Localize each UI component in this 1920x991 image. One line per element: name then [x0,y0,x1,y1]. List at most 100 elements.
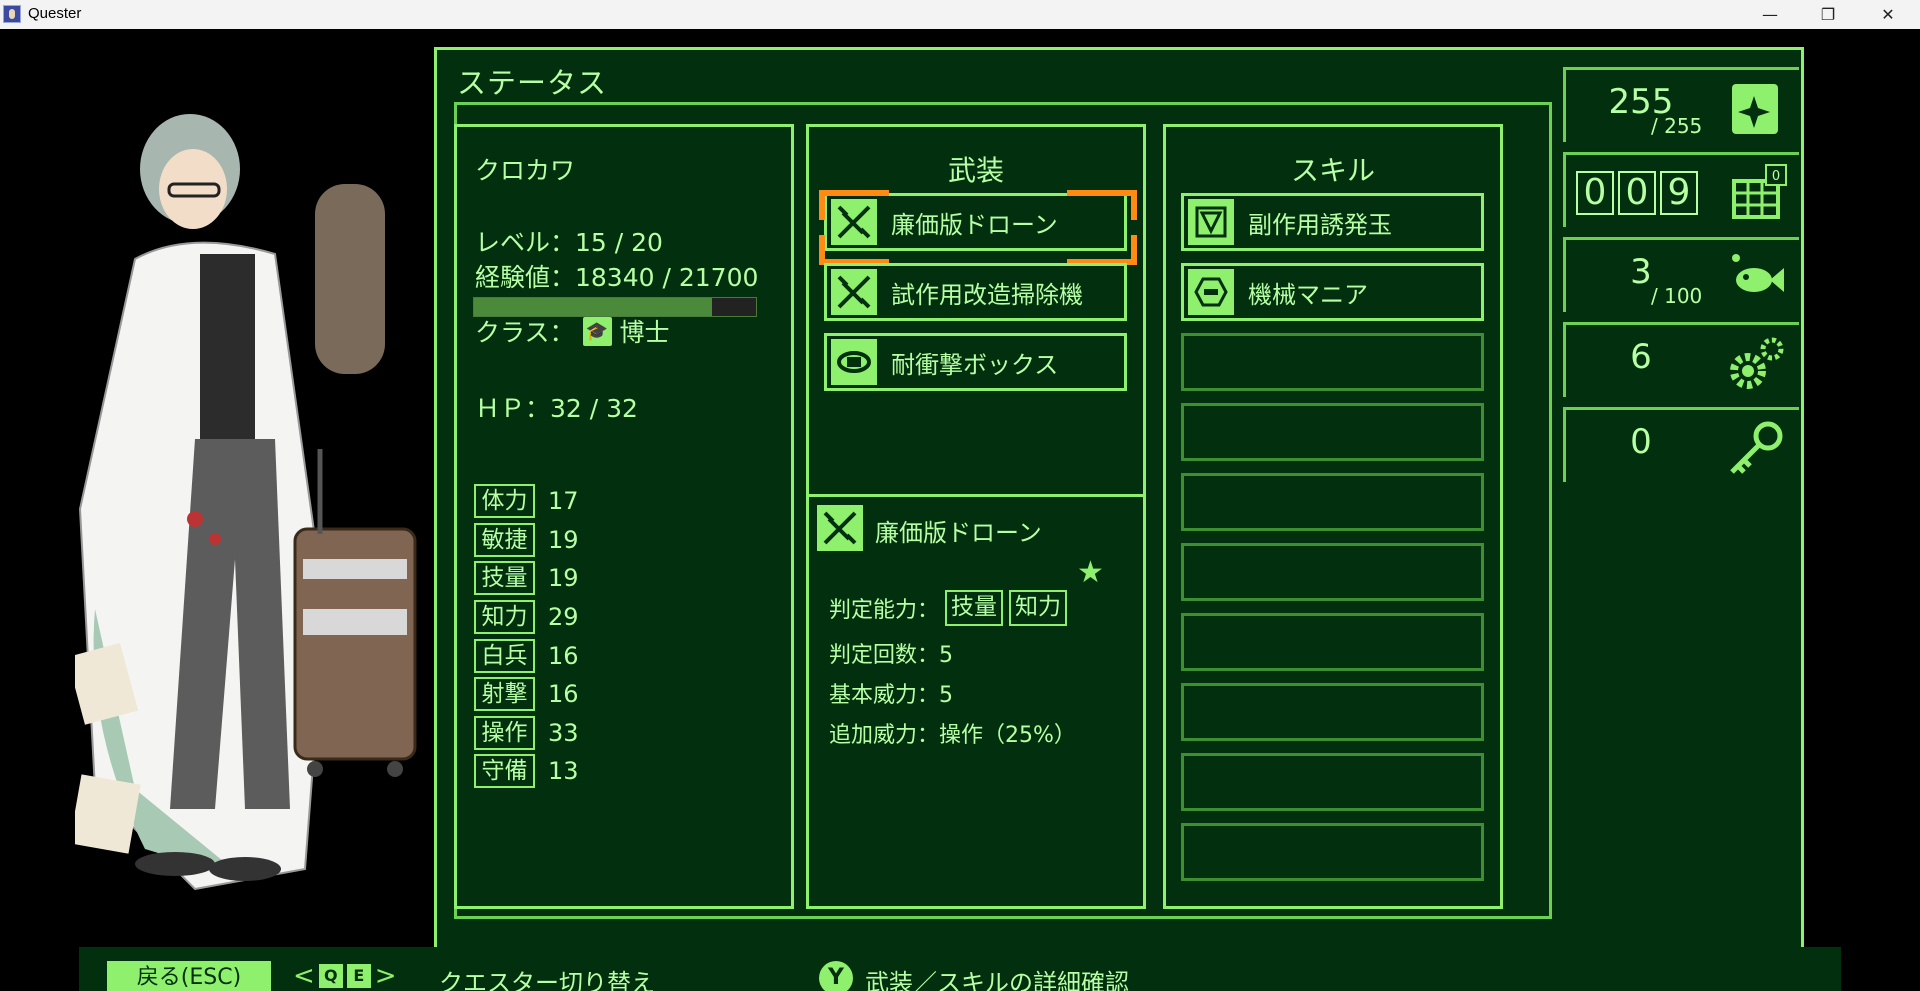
window-title: Quester [28,5,82,22]
panel-title: ステータス [457,66,608,100]
q-key-icon: Q [318,964,343,988]
stat-label: 射撃 [474,677,535,712]
stat-value: 33 [548,718,579,747]
box-icon [831,339,877,385]
selection-corner [819,190,889,220]
stat-value: 13 [548,757,579,786]
selection-corner [819,235,889,265]
calendar-icon: 0 [1732,164,1787,219]
y-button-icon[interactable]: Y [819,961,853,991]
equipment-slot-3[interactable]: 耐衝撃ボックス [824,333,1127,391]
stat-value: 19 [548,525,579,554]
skill-slot-empty[interactable] [1181,753,1484,811]
equipment-label: 廉価版ドローン [891,210,1058,239]
chevron-left-icon: < [293,961,315,991]
switch-quester-label: クエスター切り替え [439,969,655,991]
stat-label: 操作 [474,715,535,750]
gear-counter: 6 [1563,322,1799,397]
back-button[interactable]: 戻る(ESC) [107,961,271,991]
stat-row: 白兵 16 [474,636,579,675]
hp-text: ＨＰ：32 / 32 [475,394,638,423]
skill-slot-empty[interactable] [1181,473,1484,531]
equipment-label: 試作用改造掃除機 [891,280,1083,309]
selection-corner [1067,235,1137,265]
stat-row: 敏捷 19 [474,521,579,560]
stat-value: 19 [548,564,579,593]
stat-label: 技量 [474,561,535,596]
equipment-title: 武装 [947,154,1004,187]
profile-card: クロカワ レベル：15 / 20 経験値：18340 / 21700 クラス： … [454,124,794,909]
stat-row: 操作 33 [474,714,579,753]
stat-label: 守備 [474,754,535,789]
skill-slot-empty[interactable] [1181,403,1484,461]
key-value: 0 [1630,422,1652,462]
chevron-right-icon: > [374,961,397,991]
stat-row: 射撃 16 [474,675,579,714]
stat-row: 技量 19 [474,559,579,598]
equipment-slot-2[interactable]: 試作用改造掃除機 [824,263,1127,321]
detail-extra: 追加威力：操作（25%） [829,723,1076,748]
drone-icon [817,505,863,551]
detail-count: 判定回数：5 [829,643,953,668]
character-name: クロカワ [475,156,576,185]
minimize-button[interactable]: — [1742,0,1798,29]
class-label: クラス： [475,318,575,347]
selection-corner [1067,190,1137,220]
skill-slot-empty[interactable] [1181,613,1484,671]
stat-row: 知力 29 [474,598,579,637]
skill-slot-empty[interactable] [1181,683,1484,741]
odometer: 0 0 9 [1576,171,1698,215]
gear-value: 6 [1630,337,1652,377]
skill-label: 機械マニア [1248,280,1368,309]
exp-text: 経験値：18340 / 21700 [475,263,759,292]
stat-label: 敏捷 [474,522,535,557]
level-text: レベル：15 / 20 [475,228,663,257]
skill-label: 副作用誘発玉 [1248,210,1392,239]
skill-slot-1[interactable]: 副作用誘発玉 [1181,193,1484,251]
game-viewport: ステータス クロカワ レベル：15 / 20 経験値：18340 / 21700… [0,29,1920,991]
key-icon [1730,421,1783,474]
odometer-digit: 0 [1618,171,1656,215]
window-titlebar: Quester — ❐ ✕ [0,0,1920,29]
stat-value: 16 [548,641,579,670]
judge-tag: 技量 [945,590,1004,626]
maximize-button[interactable]: ❐ [1800,0,1856,29]
sparkle-card-icon [1732,84,1778,134]
class-name: 博士 [619,318,670,347]
class-line: クラス： 🎓 博士 [475,313,670,349]
help-bar: 戻る(ESC) < Q E > クエスター切り替え Y 武装／スキルの詳細確認 [79,947,1841,991]
detail-confirm-label: 武装／スキルの詳細確認 [865,969,1129,991]
drone-icon [831,269,877,315]
detail-item-name: 廉価版ドローン [875,519,1042,547]
stat-label: 体力 [474,484,535,519]
skill-slot-empty[interactable] [1181,543,1484,601]
sparkle-max: / 255 [1651,114,1703,138]
skill-slot-2[interactable]: 機械マニア [1181,263,1484,321]
stat-row: 守備 13 [474,752,579,791]
graduation-cap-icon: 🎓 [582,316,612,346]
switch-keys[interactable]: < Q E > [293,961,397,991]
stat-label: 白兵 [474,638,535,673]
skill-ball-icon [1188,199,1234,245]
stat-label: 知力 [474,600,535,635]
judge-tag: 知力 [1009,590,1068,626]
fish-max: / 100 [1651,284,1703,308]
skills-card: スキル 副作用誘発玉 機械マニア [1163,124,1503,909]
stat-value: 17 [548,487,579,516]
stat-row: 体力 17 [474,482,579,521]
e-key-icon: E [346,964,371,988]
skill-gear-icon [1188,269,1234,315]
odometer-digit: 0 [1576,171,1614,215]
gears-icon [1730,337,1784,389]
character-portrait [75,114,417,891]
stat-value: 29 [548,603,579,632]
day-counter: 0 0 9 0 [1563,152,1799,227]
sparkle-counter: 255 / 255 [1563,67,1799,142]
skill-slot-empty[interactable] [1181,823,1484,881]
equipment-card: 武装 廉価版ドローン 試作用改造掃除機 耐衝撃ボックス 廉価版ドローン ★ 判定… [806,124,1146,909]
equipment-label: 耐衝撃ボックス [891,350,1059,379]
close-button[interactable]: ✕ [1860,0,1916,29]
detail-judge: 判定能力： 技量 知力 [829,590,1068,626]
detail-power: 基本威力：5 [829,683,953,708]
skill-slot-empty[interactable] [1181,333,1484,391]
